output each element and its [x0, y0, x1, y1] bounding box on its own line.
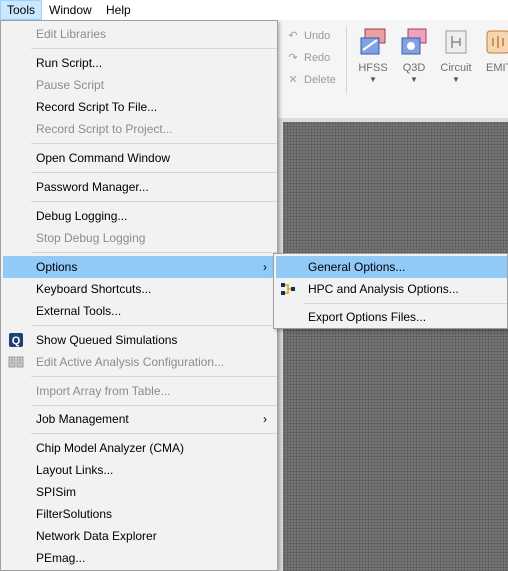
menu-item-filtersolutions[interactable]: FilterSolutions — [3, 503, 275, 525]
menu-separator — [31, 433, 277, 434]
menu-item-debug-logging[interactable]: Debug Logging... — [3, 205, 275, 227]
circuit-icon — [442, 28, 470, 56]
menu-item-options[interactable]: Options › — [3, 256, 275, 278]
menu-item-layout-links[interactable]: Layout Links... — [3, 459, 275, 481]
hfss-icon — [359, 28, 387, 56]
modeler-canvas[interactable] — [283, 122, 508, 571]
redo-button[interactable]: ↷ Redo — [286, 49, 330, 67]
menu-item-network-data-explorer[interactable]: Network Data Explorer — [3, 525, 275, 547]
menu-item-keyboard-shortcuts[interactable]: Keyboard Shortcuts... — [3, 278, 275, 300]
menu-item-record-script-to-file[interactable]: Record Script To File... — [3, 96, 275, 118]
menu-item-edit-libraries[interactable]: Edit Libraries — [3, 23, 275, 45]
menu-item-external-tools[interactable]: External Tools... — [3, 300, 275, 322]
hfss-button[interactable]: HFSS ▼ — [353, 28, 393, 84]
menu-separator — [31, 201, 277, 202]
menu-window[interactable]: Window — [43, 0, 98, 20]
menu-separator — [31, 376, 277, 377]
chevron-right-icon: › — [263, 260, 267, 274]
menu-item-job-management[interactable]: Job Management › — [3, 408, 275, 430]
hpc-icon — [280, 281, 296, 297]
menu-separator — [31, 252, 277, 253]
menu-separator — [304, 303, 507, 304]
menu-separator — [31, 48, 277, 49]
tools-dropdown-menu: Edit Libraries Run Script... Pause Scrip… — [0, 20, 278, 571]
menu-item-open-command-window[interactable]: Open Command Window — [3, 147, 275, 169]
queue-icon: Q — [8, 332, 24, 348]
undo-button[interactable]: ↶ Undo — [286, 27, 330, 45]
menu-separator — [31, 143, 277, 144]
menu-item-spisim[interactable]: SPISim — [3, 481, 275, 503]
q3d-button[interactable]: Q3D ▼ — [394, 28, 434, 84]
chevron-right-icon: › — [263, 412, 267, 426]
chevron-down-icon: ▼ — [452, 75, 460, 84]
submenu-item-hpc-analysis-options[interactable]: HPC and Analysis Options... — [276, 278, 507, 300]
chevron-down-icon: ▼ — [410, 75, 418, 84]
menu-item-record-script-to-project[interactable]: Record Script to Project... — [3, 118, 275, 140]
submenu-item-general-options[interactable]: General Options... — [276, 256, 507, 278]
menu-separator — [31, 405, 277, 406]
circuit-button[interactable]: Circuit ▼ — [436, 28, 476, 84]
emit-icon — [484, 28, 508, 56]
menu-item-edit-active-analysis-configuration[interactable]: Edit Active Analysis Configuration... — [3, 351, 275, 373]
menu-item-import-array-from-table[interactable]: Import Array from Table... — [3, 380, 275, 402]
menu-separator — [31, 325, 277, 326]
delete-icon: ✕ — [288, 74, 298, 86]
delete-button[interactable]: ✕ Delete — [286, 71, 335, 89]
menu-item-stop-debug-logging[interactable]: Stop Debug Logging — [3, 227, 275, 249]
q3d-icon — [400, 28, 428, 56]
chevron-down-icon: ▼ — [369, 75, 377, 84]
menu-bar: Tools Window Help — [0, 0, 508, 20]
menu-item-chip-model-analyzer[interactable]: Chip Model Analyzer (CMA) — [3, 437, 275, 459]
menu-item-pause-script[interactable]: Pause Script — [3, 74, 275, 96]
menu-item-password-manager[interactable]: Password Manager... — [3, 176, 275, 198]
undo-icon: ↶ — [288, 30, 298, 42]
toolbar-separator — [346, 26, 347, 94]
menu-item-pemag[interactable]: PEmag... — [3, 547, 275, 569]
redo-icon: ↷ — [288, 52, 298, 64]
emit-button[interactable]: EMIT — [480, 28, 508, 74]
menu-separator — [31, 172, 277, 173]
submenu-item-export-options-files[interactable]: Export Options Files... — [276, 306, 507, 328]
menu-help[interactable]: Help — [100, 0, 137, 20]
menu-tools[interactable]: Tools — [0, 0, 43, 20]
svg-text:Q: Q — [12, 335, 21, 347]
options-submenu: General Options... HPC and Analysis Opti… — [273, 253, 508, 329]
analysis-config-icon — [8, 354, 24, 370]
menu-item-show-queued-simulations[interactable]: Q Show Queued Simulations — [3, 329, 275, 351]
menu-item-run-script[interactable]: Run Script... — [3, 52, 275, 74]
